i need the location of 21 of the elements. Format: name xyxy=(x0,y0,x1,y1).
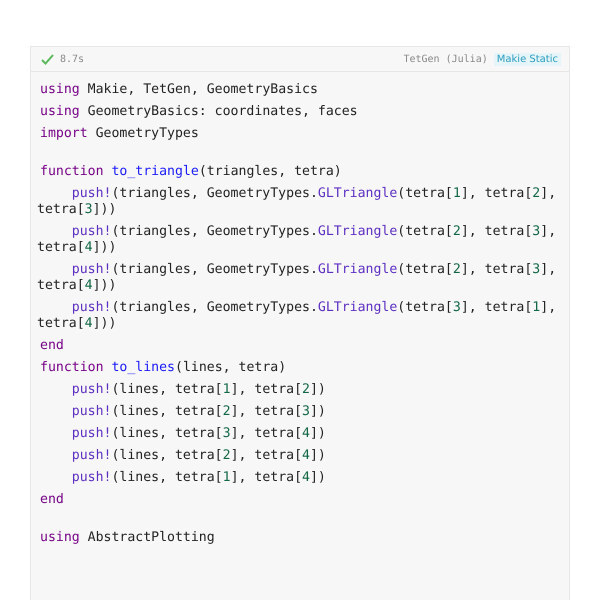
code-line: push!(lines, tetra[2], tetra[3]) xyxy=(70,404,327,420)
code-line: using Makie, TetGen, GeometryBasics xyxy=(39,82,319,98)
code-line: push!(lines, tetra[3], tetra[4]) xyxy=(70,426,327,442)
code-line: function to_lines(lines, tetra) xyxy=(39,360,288,376)
cell-title: TetGen (Julia) xyxy=(403,54,488,64)
code-line: end xyxy=(39,492,65,508)
code-line: function to_triangle(triangles, tetra) xyxy=(39,164,343,180)
code-line: push!(lines, tetra[2], tetra[4]) xyxy=(70,448,327,464)
code-line: push!(lines, tetra[1], tetra[4]) xyxy=(70,470,327,486)
code-line: using AbstractPlotting xyxy=(39,530,216,546)
code-line: push!(triangles, GeometryTypes.GLTriangle(tetra[2], tetra[3], tetra[4])) xyxy=(37,262,558,294)
code-line: using GeometryBasics: coordinates, faces xyxy=(39,104,359,120)
code-line: push!(triangles, GeometryTypes.GLTriangle(tetra[3], tetra[1], tetra[4])) xyxy=(37,300,558,332)
code-line: import GeometryTypes xyxy=(39,126,200,142)
code-line: push!(triangles, GeometryTypes.GLTriangle(tetra[2], tetra[3], tetra[4])) xyxy=(37,224,558,256)
run-duration: 8.7s xyxy=(60,54,84,64)
tag: Makie Static xyxy=(494,52,561,66)
checkmark-icon xyxy=(41,54,54,64)
code-line: push!(triangles, GeometryTypes.GLTriangle(tetra[1], tetra[2], tetra[3])) xyxy=(37,186,558,218)
code-line: push!(lines, tetra[1], tetra[2]) xyxy=(70,382,327,398)
code-line: end xyxy=(39,338,65,354)
